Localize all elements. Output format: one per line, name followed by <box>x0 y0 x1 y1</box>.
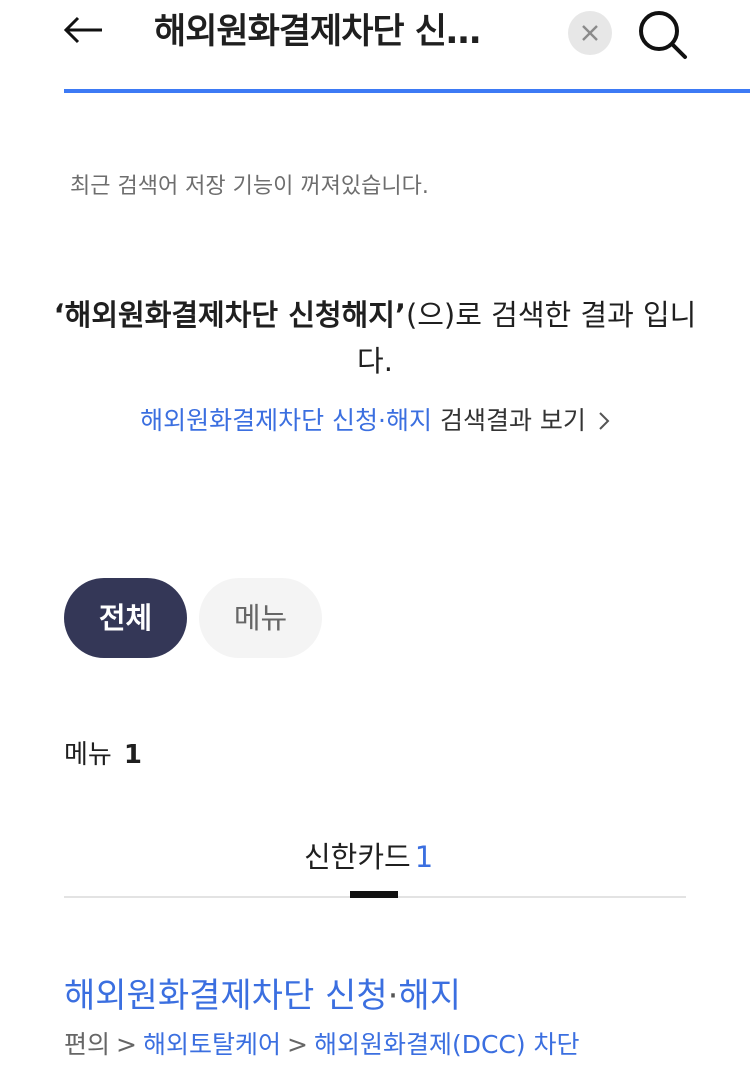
breadcrumb-item: 편의 <box>64 1030 111 1059</box>
breadcrumb-separator: > <box>116 1030 137 1059</box>
result-title-part1: 해외원화결제차단 신청 <box>64 976 388 1016</box>
section-label: 메뉴 <box>64 740 112 770</box>
chevron-right-icon <box>599 412 610 430</box>
result-message: ‘해외원화결제차단 신청해지’(으)로 검색한 결과 입니다. <box>40 292 710 384</box>
suggested-search-link[interactable]: 해외원화결제차단 신청·해지 검색결과 보기 <box>40 401 710 437</box>
clear-search-button[interactable] <box>568 11 612 55</box>
breadcrumb-link[interactable]: 해외토탈케어 <box>143 1030 281 1059</box>
suggested-suffix: 검색결과 보기 <box>432 406 586 435</box>
search-icon <box>639 11 687 59</box>
section-count: 1 <box>123 740 142 770</box>
search-button[interactable] <box>634 6 690 62</box>
result-message-suffix: (으)로 검색한 결과 입니다. <box>357 298 697 378</box>
section-header: 메뉴 1 <box>64 734 142 771</box>
result-title-separator: · <box>387 976 399 1016</box>
result-breadcrumb: 편의 > 해외토탈케어 > 해외원화결제(DCC) 차단 <box>64 1025 580 1061</box>
suggested-keyword: 해외원화결제차단 신청·해지 <box>140 406 433 435</box>
back-button[interactable] <box>62 12 106 48</box>
filter-chip-menu[interactable]: 메뉴 <box>199 578 322 658</box>
close-icon <box>582 25 598 41</box>
result-item-title[interactable]: 해외원화결제차단 신청·해지 <box>64 968 461 1017</box>
tab-shinhan-card[interactable]: 신한카드 1 <box>304 834 433 876</box>
breadcrumb-separator: > <box>286 1030 308 1059</box>
filter-chip-all[interactable]: 전체 <box>64 578 187 658</box>
result-query: ‘해외원화결제차단 신청해지’ <box>53 298 406 332</box>
search-input-underline <box>64 89 750 93</box>
result-title-part2: 해지 <box>398 976 461 1016</box>
arrow-left-icon <box>63 16 102 44</box>
recent-search-notice: 최근 검색어 저장 기능이 꺼져있습니다. <box>70 174 429 199</box>
tab-count: 1 <box>414 840 434 874</box>
search-query-text[interactable]: 해외원화결제차단 신… <box>154 10 534 54</box>
search-header: 해외원화결제차단 신… <box>0 0 750 94</box>
tab-label: 신한카드 <box>304 840 411 874</box>
search-results-page: 해외원화결제차단 신… 최근 검색어 저장 기능이 꺼져있습니다. ‘해외원화결… <box>0 0 750 1092</box>
breadcrumb-link[interactable]: 해외원화결제(DCC) 차단 <box>314 1030 580 1059</box>
tab-active-indicator <box>350 891 398 898</box>
